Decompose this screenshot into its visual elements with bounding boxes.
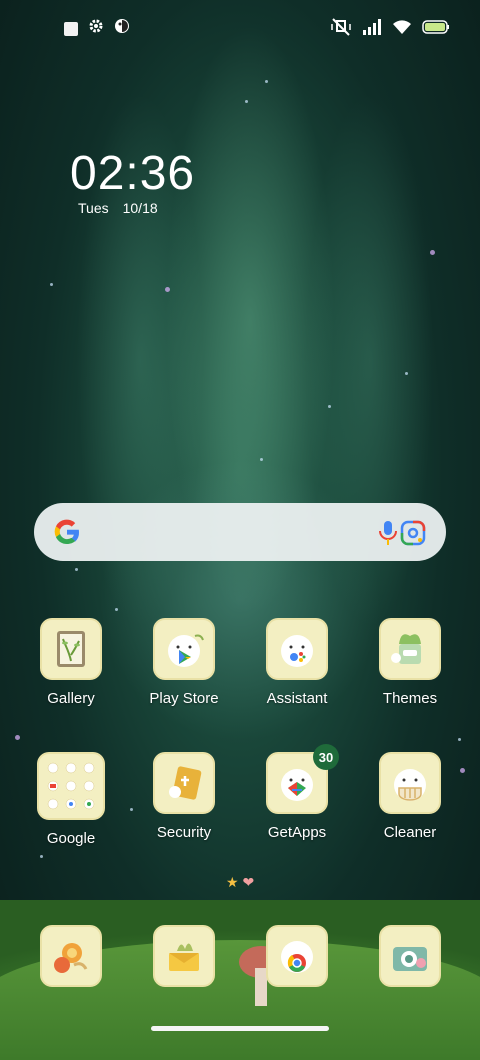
dock-chrome[interactable]: [247, 925, 347, 987]
notification-badge: 30: [313, 744, 339, 770]
app-label: Assistant: [266, 690, 328, 707]
app-label: Google: [46, 830, 96, 847]
chrome-icon: [266, 925, 328, 987]
status-bar: [0, 0, 480, 56]
dock-camera[interactable]: [360, 925, 460, 987]
clock-date-value: 10/18: [122, 200, 158, 216]
app-play-store[interactable]: Play Store: [134, 618, 234, 707]
clock-date: Tues 10/18: [78, 200, 195, 216]
app-label: Security: [156, 824, 212, 841]
messages-icon: [153, 925, 215, 987]
app-label: Gallery: [47, 690, 95, 707]
signal-icon: [362, 19, 382, 40]
camera-icon: [379, 925, 441, 987]
security-icon: [153, 752, 215, 814]
app-security[interactable]: Security: [134, 752, 234, 841]
app-assistant[interactable]: Assistant: [247, 618, 347, 707]
app-themes[interactable]: Themes: [360, 618, 460, 707]
star-heart-decoration: ★ ❤: [226, 874, 255, 890]
assistant-icon: [266, 618, 328, 680]
google-folder-icon: [37, 752, 105, 820]
app-label: Cleaner: [383, 824, 437, 841]
themes-icon: [379, 618, 441, 680]
notification-square-icon: [64, 21, 78, 36]
app-getapps[interactable]: 30 GetApps: [247, 744, 347, 841]
battery-icon: [422, 20, 450, 39]
phone-icon: [40, 925, 102, 987]
google-lens-icon[interactable]: [399, 519, 427, 552]
cleaner-icon: [379, 752, 441, 814]
wifi-icon: [392, 19, 412, 40]
voice-search-mic-icon[interactable]: [376, 520, 400, 551]
mute-vibrate-icon: [330, 18, 352, 41]
dock-messages[interactable]: [134, 925, 234, 987]
clock-widget[interactable]: 02:36 Tues 10/18: [70, 147, 196, 217]
clock-time: 02:36: [70, 147, 196, 200]
app-label: Themes: [382, 690, 438, 707]
gesture-navigation-bar[interactable]: [151, 1026, 329, 1031]
app-notification-icon: [114, 18, 130, 39]
app-cleaner[interactable]: Cleaner: [360, 752, 460, 841]
google-search-bar[interactable]: [34, 503, 446, 561]
dock-phone[interactable]: [21, 925, 121, 987]
gear-icon: [88, 18, 104, 39]
folder-google[interactable]: Google: [21, 752, 121, 847]
gallery-icon: [40, 618, 102, 680]
google-g-icon: [52, 517, 82, 547]
play-store-icon: [153, 618, 215, 680]
app-label: Play Store: [149, 690, 219, 707]
clock-day: Tues: [78, 200, 109, 216]
app-label: GetApps: [267, 824, 327, 841]
app-gallery[interactable]: Gallery: [21, 618, 121, 707]
